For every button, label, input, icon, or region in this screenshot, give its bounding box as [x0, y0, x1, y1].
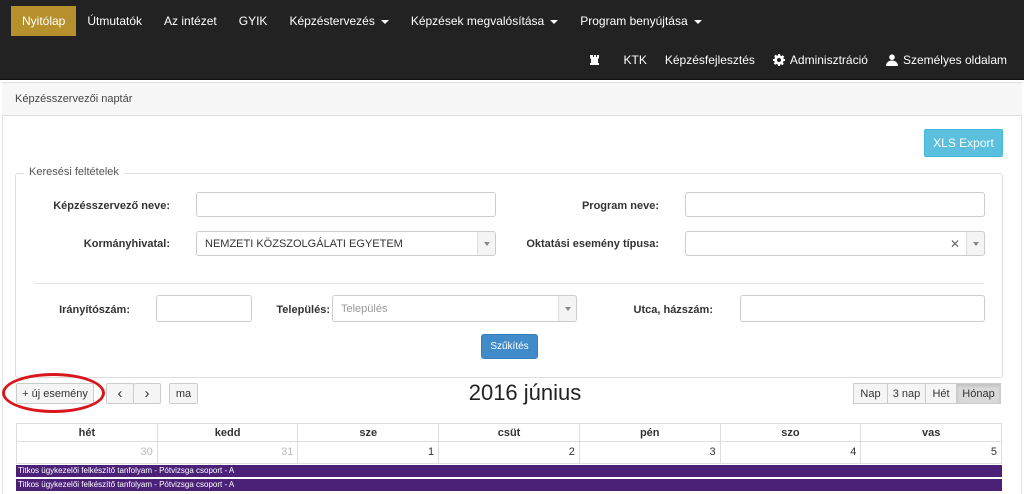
- fieldset-divider: [34, 283, 984, 284]
- filter-button[interactable]: Szűkítés: [481, 334, 538, 359]
- chevron-right-icon: ›: [144, 385, 150, 402]
- weekday-label: sze: [297, 424, 438, 441]
- weekday-label: vas: [860, 424, 1001, 441]
- nav-faq-label: GYIK: [238, 14, 268, 28]
- weekday-label: pén: [578, 424, 720, 441]
- day-cell[interactable]: 3: [578, 442, 720, 463]
- view-3day-button[interactable]: 3 nap: [887, 383, 926, 404]
- zip-label: Irányítószám:: [59, 304, 130, 316]
- page-header: Képzésszervezői naptár: [2, 82, 1022, 116]
- chevron-down-icon[interactable]: [966, 232, 984, 255]
- top-navbar: Nyitólap Útmutatók Az intézet GYIK Képzé…: [0, 0, 1024, 80]
- program-input[interactable]: [685, 192, 985, 217]
- caret-down-icon: [380, 20, 389, 24]
- weekday-label: csüt: [438, 424, 579, 441]
- new-event-button[interactable]: + új esemény: [16, 383, 94, 404]
- view-week-button[interactable]: Hét: [925, 383, 957, 404]
- nav-training-implementation-label: Képzések megvalósítása: [410, 14, 545, 28]
- city-label: Település:: [276, 304, 330, 316]
- organizer-label: Képzésszervező neve:: [53, 200, 170, 212]
- street-input[interactable]: [740, 295, 985, 322]
- today-button[interactable]: ma: [169, 383, 198, 404]
- office-label: Kormányhivatal:: [83, 238, 170, 250]
- nav-home[interactable]: Nyitólap: [11, 6, 77, 36]
- gear-icon: [772, 54, 785, 66]
- caret-down-icon: [550, 20, 559, 24]
- view-switcher: Nap 3 nap Hét Hónap: [853, 383, 1001, 404]
- nav-institute[interactable]: Az intézet: [153, 0, 228, 42]
- clear-icon[interactable]: ✕: [950, 237, 960, 251]
- weekday-label: kedd: [156, 424, 298, 441]
- week-row: 30 31 1 2 3 4 5: [16, 442, 1002, 464]
- nav-administration[interactable]: Adminisztráció: [764, 53, 877, 67]
- nav-chess-icon-link[interactable]: [580, 54, 615, 66]
- organizer-input[interactable]: [196, 192, 496, 217]
- main-menu: Nyitólap Útmutatók Az intézet GYIK Képzé…: [0, 0, 713, 42]
- nav-institute-label: Az intézet: [164, 14, 217, 28]
- city-select[interactable]: Település: [332, 295, 577, 322]
- day-cell[interactable]: 2: [438, 442, 579, 463]
- user-icon: [885, 54, 898, 66]
- city-select-placeholder: Település: [341, 302, 388, 315]
- nav-training-development-label: Képzésfejlesztés: [664, 53, 755, 67]
- day-cell[interactable]: 5: [860, 442, 1001, 463]
- office-select[interactable]: NEMZETI KÖZSZOLGÁLATI EGYETEM: [196, 231, 496, 256]
- nav-ktk-label: KTK: [623, 53, 647, 67]
- nav-ktk[interactable]: KTK: [615, 53, 656, 67]
- nav-administration-label: Adminisztráció: [789, 53, 868, 67]
- calendar-title: 2016 június: [468, 380, 582, 405]
- page-title: Képzésszervezői naptár: [15, 93, 133, 105]
- day-cell[interactable]: 4: [719, 442, 861, 463]
- nav-program-submission-label: Program benyújtása: [580, 14, 688, 28]
- chess-rook-icon: [589, 55, 599, 65]
- day-cell[interactable]: 30: [17, 442, 157, 463]
- street-label: Utca, házszám:: [633, 304, 713, 316]
- view-month-button[interactable]: Hónap: [956, 383, 1001, 404]
- xls-export-button[interactable]: XLS Export: [924, 129, 1003, 157]
- nav-home-label: Nyitólap: [22, 14, 66, 28]
- nav-training-planning-label: Képzéstervezés: [289, 14, 375, 28]
- search-legend: Keresési feltételek: [24, 166, 124, 178]
- zip-input[interactable]: [156, 295, 252, 322]
- view-day-button[interactable]: Nap: [853, 383, 888, 404]
- calendar-event[interactable]: Titkos ügykezelői felkészítő tanfolyam -…: [16, 465, 1002, 477]
- day-cell[interactable]: 31: [156, 442, 298, 463]
- nav-training-development[interactable]: Képzésfejlesztés: [656, 53, 764, 67]
- nav-training-planning[interactable]: Képzéstervezés: [278, 0, 399, 42]
- chevron-down-icon[interactable]: [477, 232, 495, 255]
- weekday-label: szo: [719, 424, 861, 441]
- nav-guides-label: Útmutatók: [87, 14, 143, 28]
- nav-program-submission[interactable]: Program benyújtása: [569, 0, 712, 42]
- chevron-down-icon[interactable]: [558, 296, 576, 321]
- nav-faq[interactable]: GYIK: [228, 0, 279, 42]
- program-label: Program neve:: [581, 200, 659, 212]
- event-type-select[interactable]: ✕: [685, 231, 985, 256]
- secondary-menu: KTK Képzésfejlesztés Adminisztráció Szem…: [580, 44, 1016, 76]
- caret-down-icon: [693, 20, 702, 24]
- day-cell[interactable]: 1: [297, 442, 438, 463]
- office-select-value: NEMZETI KÖZSZOLGÁLATI EGYETEM: [205, 237, 403, 250]
- calendar-event[interactable]: Titkos ügykezelői felkészítő tanfolyam -…: [16, 479, 1002, 491]
- prev-button[interactable]: ‹: [106, 383, 134, 404]
- next-button[interactable]: ›: [133, 383, 161, 404]
- event-type-label: Oktatási esemény típusa:: [526, 238, 659, 250]
- weekday-header: hét kedd sze csüt pén szo vas: [16, 423, 1002, 442]
- nav-training-implementation[interactable]: Képzések megvalósítása: [400, 0, 569, 42]
- nav-guides[interactable]: Útmutatók: [76, 0, 153, 42]
- chevron-left-icon: ‹: [117, 385, 123, 402]
- weekday-label: hét: [78, 427, 96, 439]
- nav-personal-page-label: Személyes oldalam: [902, 53, 1007, 67]
- nav-personal-page[interactable]: Személyes oldalam: [877, 53, 1016, 67]
